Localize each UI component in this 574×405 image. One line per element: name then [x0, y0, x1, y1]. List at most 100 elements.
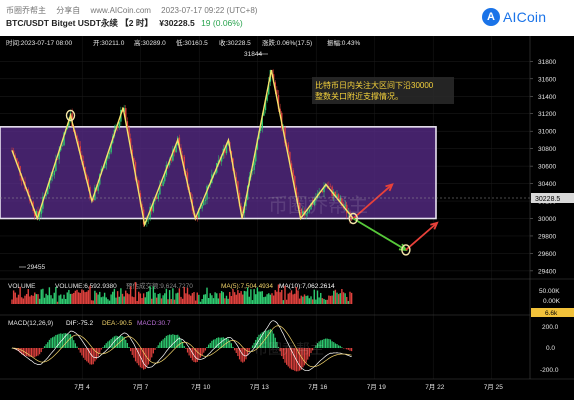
volume-bar: [312, 299, 313, 304]
aicoin-logo-icon: A: [482, 8, 500, 26]
volume-bar: [175, 293, 176, 304]
volume-bar: [299, 299, 300, 304]
volume-axis-top: 50.00K: [539, 288, 560, 295]
macd-bar: [167, 335, 168, 348]
macd-info: MACD(12,26,9) DIF:-75.2 DEA:-90.5 MACD:3…: [8, 320, 171, 327]
candle-body: [62, 145, 63, 146]
volume-bar: [75, 291, 76, 304]
volume-bar: [226, 296, 227, 304]
macd-bar: [211, 341, 212, 348]
volume-bar: [185, 293, 186, 304]
volume-bar: [78, 292, 79, 304]
volume-bar: [154, 293, 155, 304]
volume-bar: [348, 301, 349, 304]
macd-bar: [26, 348, 27, 356]
macd-bar: [159, 342, 160, 348]
macd-bar: [349, 348, 350, 351]
macd-bar: [228, 339, 229, 348]
volume-bar: [76, 290, 77, 304]
candle-body: [148, 218, 149, 219]
macd-bar: [249, 348, 250, 351]
volume-bar: [65, 299, 66, 304]
volume-bar: [271, 293, 272, 304]
macd-bar: [200, 348, 201, 358]
time-axis: 7月 47月 77月 107月 137月 167月 197月 227月 25: [74, 383, 503, 391]
volume-bar: [247, 287, 248, 304]
volume-bar: [210, 293, 211, 304]
volume-bar: [94, 291, 95, 304]
macd-bar: [104, 345, 105, 348]
volume-bar: [322, 298, 323, 304]
volume-bar: [42, 289, 43, 304]
volume-bar: [47, 295, 48, 304]
volume-bar: [346, 297, 347, 304]
volume-bar: [89, 286, 90, 304]
volume-bar: [317, 291, 318, 304]
volume-bar: [223, 292, 224, 304]
macd-bar: [336, 344, 337, 348]
volume-bar: [162, 295, 163, 304]
macd-bar: [85, 348, 86, 360]
price-tick-label: 29600: [538, 251, 556, 258]
macd-bar: [244, 348, 245, 362]
volume-bar: [112, 292, 113, 304]
site-link[interactable]: www.AICoin.com: [90, 6, 150, 15]
projection-down-arrow: [353, 219, 406, 250]
volume-bar: [351, 293, 352, 304]
macd-bar: [172, 334, 173, 348]
volume-bar: [97, 295, 98, 304]
volume-bar: [96, 293, 97, 304]
source-name: 币圈乔帮主: [6, 6, 46, 15]
chart-area[interactable]: 时间:2023-07-17 08:00 开:30211.0 高:30289.0 …: [0, 36, 574, 400]
macd-bar: [205, 348, 206, 350]
volume-bar: [268, 293, 269, 304]
volume-bar: [278, 284, 279, 304]
current-price: ¥30228.5: [159, 18, 194, 28]
ohlc-low: 低:30160.5: [176, 38, 208, 47]
volume-bar: [83, 290, 84, 304]
macd-bar: [55, 335, 56, 348]
volume-bar: [214, 292, 215, 304]
annotation-line1: 比特币日内关注大区间下沿30000: [315, 80, 434, 90]
volume-bar: [117, 291, 118, 304]
volume-bar: [41, 289, 42, 304]
volume-bar: [49, 287, 50, 304]
volume-bar: [39, 299, 40, 304]
volume-bar: [127, 293, 128, 304]
volume-bar: [304, 294, 305, 304]
price-change: 19 (0.06%): [201, 18, 243, 28]
volume-bar: [328, 296, 329, 304]
macd-bar: [252, 345, 253, 348]
volume-bar: [340, 293, 341, 304]
price-tick-label: 31400: [538, 94, 556, 101]
volume-bar: [263, 297, 264, 304]
volume-bar: [253, 289, 254, 304]
volume-bar: [336, 293, 337, 304]
volume-bar: [166, 289, 167, 304]
chart-svg[interactable]: 时间:2023-07-17 08:00 开:30211.0 高:30289.0 …: [0, 36, 574, 400]
macd-tick-top: 200.0: [542, 324, 559, 331]
macd-bar: [42, 348, 43, 349]
symbol-title: BTC/USDT Bitget USDT永续 【2 时】: [6, 18, 153, 28]
volume-bar: [120, 288, 121, 304]
volume-bar: [240, 291, 241, 304]
projection-up-arrow-2: [406, 223, 437, 250]
ohlc-close: 收:30228.5: [219, 38, 251, 47]
volume-bar: [18, 295, 19, 304]
volume-bar: [286, 300, 287, 304]
volume-bar: [227, 299, 228, 304]
volume-bar: [305, 296, 306, 304]
watermark: 币圈乔帮主: [268, 194, 368, 217]
header-line2: BTC/USDT Bitget USDT永续 【2 时】 ¥30228.5 19…: [6, 17, 243, 29]
volume-bar: [265, 297, 266, 304]
volume-bar: [114, 289, 115, 304]
macd-bar: [132, 348, 133, 355]
volume-bar: [343, 292, 344, 304]
volume-bar: [231, 296, 232, 304]
macd-bar: [31, 348, 32, 357]
annotation-box: 比特币日内关注大区间下沿30000 整数关口附近支撑情况。: [312, 77, 454, 104]
time-tick-label: 7月 7: [133, 383, 149, 391]
macd-bar: [49, 340, 50, 348]
volume-bar: [216, 293, 217, 304]
volume-bar: [70, 294, 71, 304]
